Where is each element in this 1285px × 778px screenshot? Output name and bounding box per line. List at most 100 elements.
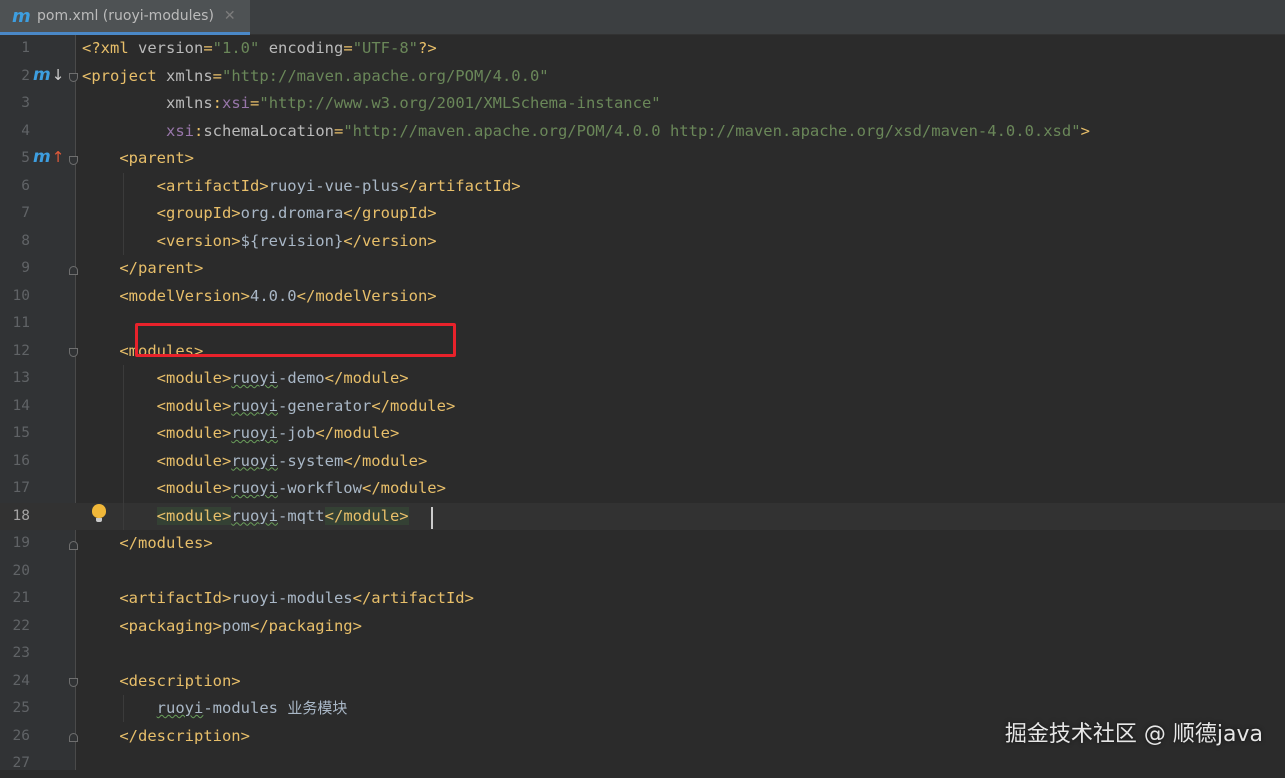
code-token: schemaLocation xyxy=(203,121,334,140)
arrow-down-icon: ↓ xyxy=(51,66,65,84)
code-line[interactable]: 16 <module>ruoyi-system</module> xyxy=(0,448,1285,476)
code-line[interactable]: 5 <parent> xyxy=(0,145,1285,173)
code-line[interactable]: 19 </modules> xyxy=(0,530,1285,558)
code-line[interactable]: 22 <packaging>pom</packaging> xyxy=(0,613,1285,641)
code-line[interactable]: 10 <modelVersion>4.0.0</modelVersion> xyxy=(0,283,1285,311)
code-line[interactable]: 6 <artifactId>ruoyi-vue-plus</artifactId… xyxy=(0,173,1285,201)
code-line[interactable]: 7 <groupId>org.dromara</groupId> xyxy=(0,200,1285,228)
fold-project-icon[interactable] xyxy=(69,73,78,82)
code-token: ruoyi xyxy=(231,369,278,387)
code-text: ruoyi-modules 业务模块 xyxy=(82,695,348,723)
code-token: org.dromara xyxy=(240,204,344,222)
line-number: 19 xyxy=(12,535,30,551)
code-text: <module>ruoyi-mqtt</module> xyxy=(82,503,409,531)
maven-icon: m xyxy=(12,5,31,27)
code-line[interactable]: 23 xyxy=(0,640,1285,668)
fold-parent-icon[interactable] xyxy=(69,156,78,165)
code-token: <parent> xyxy=(119,149,194,167)
code-line[interactable]: 18 <module>ruoyi-mqtt</module> xyxy=(0,502,1285,531)
code-token: -modules xyxy=(203,699,288,717)
code-token: : xyxy=(194,121,204,140)
line-number: 10 xyxy=(12,287,30,304)
code-text: <modelVersion>4.0.0</modelVersion> xyxy=(82,283,437,311)
code-token: : xyxy=(212,94,223,112)
close-icon[interactable]: ✕ xyxy=(224,8,236,24)
code-text: <?xml version="1.0" encoding="UTF-8"?> xyxy=(82,35,437,63)
code-line[interactable]: 13 <module>ruoyi-demo</module> xyxy=(0,365,1285,393)
code-token: = xyxy=(334,121,344,140)
code-token: = xyxy=(212,66,223,85)
line-number: 14 xyxy=(12,397,30,414)
code-token: </module> xyxy=(315,424,400,442)
fold-modules-icon[interactable] xyxy=(69,348,78,357)
code-line[interactable]: 27 xyxy=(0,750,1285,778)
line-number: 27 xyxy=(12,755,30,771)
code-line[interactable]: 2 <project xmlns="http://maven.apache.org… xyxy=(0,63,1285,91)
watermark: 掘金技术社区 @ 顺德java xyxy=(1004,722,1263,747)
code-token: <module> xyxy=(156,396,232,415)
maven-implementing-icon[interactable]: m↓ xyxy=(33,65,64,85)
code-line[interactable]: 1 <?xml version="1.0" encoding="UTF-8"?> xyxy=(0,35,1285,63)
code-text: </modules> xyxy=(82,530,213,558)
code-token: </artifactId> xyxy=(352,589,474,607)
unfold-description-icon[interactable] xyxy=(69,733,78,742)
code-line[interactable]: 14 <module>ruoyi-generator</module> xyxy=(0,393,1285,421)
code-token: = xyxy=(250,94,260,112)
code-line[interactable]: 24 <description> xyxy=(0,668,1285,696)
code-token: <module> xyxy=(156,369,232,387)
maven-overrides-icon[interactable]: m↑ xyxy=(33,147,64,167)
code-text: <module>ruoyi-workflow</module> xyxy=(82,475,446,503)
unfold-parent-icon[interactable] xyxy=(69,266,78,275)
code-token: 4.0.0 xyxy=(249,286,297,305)
code-line[interactable]: 21 <artifactId>ruoyi-modules</artifactId… xyxy=(0,585,1285,613)
code-line[interactable]: 8 <version>${revision}</version> xyxy=(0,228,1285,256)
code-token: </modules> xyxy=(119,534,213,552)
text-caret xyxy=(431,507,433,529)
code-line[interactable]: 9 </parent> xyxy=(0,255,1285,283)
code-line[interactable]: 15 <module>ruoyi-job</module> xyxy=(0,420,1285,448)
line-number: 24 xyxy=(12,672,30,689)
code-token: <artifactId> xyxy=(156,176,269,195)
line-number: 15 xyxy=(12,425,30,441)
line-number: 11 xyxy=(12,315,30,331)
code-token: </groupId> xyxy=(343,204,437,222)
indent-guide xyxy=(123,695,124,722)
code-token: = xyxy=(203,39,213,57)
code-editor[interactable]: 1 <?xml version="1.0" encoding="UTF-8"?> 2… xyxy=(0,35,1285,771)
code-text: </description> xyxy=(82,723,250,751)
lightbulb-icon[interactable] xyxy=(92,504,106,522)
fold-description-icon[interactable] xyxy=(69,678,78,687)
code-token: "http://maven.apache.org/POM/4.0.0 http:… xyxy=(343,121,1081,140)
unfold-modules-icon[interactable] xyxy=(69,541,78,550)
code-token: -workflow xyxy=(277,479,362,497)
line-number: 18 xyxy=(12,507,30,524)
code-token: <module> xyxy=(156,506,232,525)
code-token: -system xyxy=(277,451,344,470)
code-line[interactable]: 20 xyxy=(0,558,1285,586)
code-text: </parent> xyxy=(82,255,203,283)
line-number: 3 xyxy=(21,95,30,111)
code-text: <groupId>org.dromara</groupId> xyxy=(82,200,437,228)
code-token: ruoyi xyxy=(156,699,204,717)
code-line[interactable]: 17 <module>ruoyi-workflow</module> xyxy=(0,475,1285,503)
code-line[interactable]: 3 xmlns:xsi="http://www.w3.org/2001/XMLS… xyxy=(0,90,1285,118)
code-token: </modelVersion> xyxy=(296,286,437,305)
arrow-up-icon: ↑ xyxy=(51,148,65,166)
code-token: <packaging> xyxy=(119,616,222,635)
code-line[interactable]: 4 xsi:schemaLocation="http://maven.apach… xyxy=(0,118,1285,146)
tab-pom-xml[interactable]: m pom.xml (ruoyi-modules) ✕ xyxy=(0,0,250,35)
code-token: </artifactId> xyxy=(399,176,521,195)
code-token: ruoyi-modules xyxy=(231,589,353,607)
code-token: </module> xyxy=(371,396,456,415)
